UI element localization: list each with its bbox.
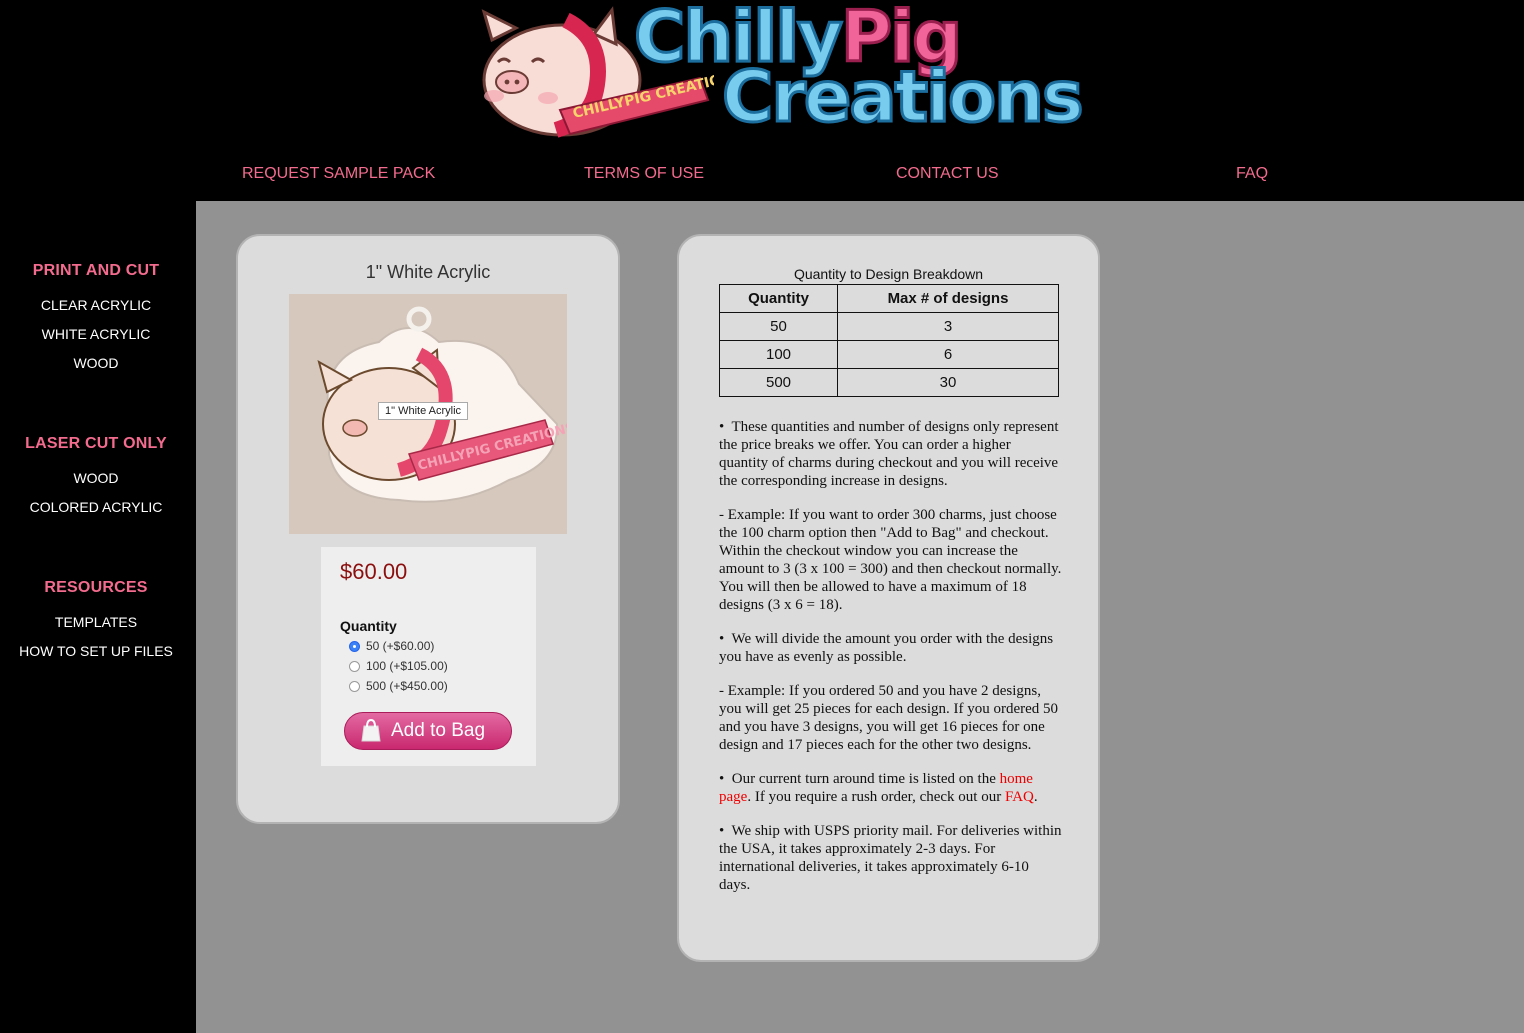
table-cell: 100 (719, 340, 838, 369)
table-cell: 6 (837, 340, 1059, 369)
sidebar-item-wood-print[interactable]: WOOD (0, 355, 192, 371)
product-price: $60.00 (340, 559, 408, 584)
table-header-quantity: Quantity (719, 284, 838, 313)
radio-button-selected[interactable] (349, 640, 360, 652)
sidebar-item-colored-acrylic[interactable]: COLORED ACRYLIC (0, 499, 192, 515)
shopping-bag-icon (361, 718, 381, 742)
radio-button[interactable] (349, 660, 360, 672)
sidebar-item-clear-acrylic[interactable]: CLEAR ACRYLIC (0, 297, 192, 313)
product-image[interactable]: CHILLYPIG CREATIONS 1" White Acrylic (289, 294, 567, 534)
note-paragraph: • We will divide the amount you order wi… (719, 631, 1054, 665)
product-title: 1" White Acrylic (365, 262, 491, 282)
sidebar-item-wood-laser[interactable]: WOOD (0, 470, 192, 486)
nav-contact-us[interactable]: CONTACT US (896, 165, 999, 183)
sidebar-item-how-to-set-up-files[interactable]: HOW TO SET UP FILES (0, 643, 192, 659)
note-paragraph: - Example: If you want to order 300 char… (719, 507, 1062, 613)
sidebar-item-white-acrylic[interactable]: WHITE ACRYLIC (0, 326, 192, 342)
quantity-option-label: 100 (+$105.00) (366, 659, 448, 673)
add-to-bag-label: Add to Bag (391, 720, 486, 741)
buy-box: $60.00 Quantity 50 (+$60.00) 100 (+$105.… (321, 547, 536, 766)
quantity-option-500[interactable]: 500 (+$450.00) (349, 679, 448, 693)
logo-title-bottom: Creations (721, 55, 1086, 140)
note-paragraph: • These quantities and number of designs… (719, 419, 1059, 489)
quantity-label: Quantity (340, 618, 397, 634)
quantity-option-100[interactable]: 100 (+$105.00) (349, 659, 448, 673)
quantity-breakdown-table: Quantity Max # of designs 50 3 100 6 500… (719, 284, 1059, 397)
radio-button[interactable] (349, 680, 360, 692)
table-cell: 500 (719, 368, 838, 397)
product-panel: 1" White Acrylic CHILLYPIG CREATIONS 1" … (236, 234, 620, 824)
sidebar-item-templates[interactable]: TEMPLATES (0, 614, 192, 630)
top-navigation: REQUEST SAMPLE PACK TERMS OF USE CONTACT… (0, 160, 1524, 190)
sidebar-heading-laser-cut-only: LASER CUT ONLY (25, 435, 167, 452)
site-header: CHILLYPIG CREATIONS ChillyPig Creations … (0, 0, 1524, 201)
info-notes: • These quantities and number of designs… (719, 418, 1063, 910)
main-content: 1" White Acrylic CHILLYPIG CREATIONS 1" … (196, 201, 1524, 1033)
add-to-bag-button[interactable]: Add to Bag (344, 712, 512, 750)
nav-terms-of-use[interactable]: TERMS OF USE (584, 165, 704, 183)
quantity-option-label: 50 (+$60.00) (366, 639, 435, 653)
sidebar-heading-print-and-cut: PRINT AND CUT (32, 262, 160, 279)
table-cell: 30 (837, 368, 1059, 397)
quantity-option-50[interactable]: 50 (+$60.00) (349, 639, 434, 653)
table-row: 50 3 (719, 312, 1059, 341)
site-logo[interactable]: CHILLYPIG CREATIONS ChillyPig Creations (474, 0, 1119, 140)
note-paragraph: - Example: If you ordered 50 and you hav… (719, 683, 1059, 753)
table-row: 500 30 (719, 368, 1059, 397)
nav-faq[interactable]: FAQ (1236, 165, 1268, 183)
nav-request-sample-pack[interactable]: REQUEST SAMPLE PACK (242, 165, 435, 183)
image-tooltip: 1" White Acrylic (378, 402, 469, 420)
note-paragraph: • Our current turn around time is listed… (719, 771, 1038, 805)
table-header-row: Quantity Max # of designs (719, 284, 1059, 313)
table-header-max-designs: Max # of designs (837, 284, 1059, 313)
table-caption: Quantity to Design Breakdown (793, 266, 984, 282)
faq-link[interactable]: FAQ (1005, 789, 1034, 805)
table-cell: 3 (837, 312, 1059, 341)
table-cell: 50 (719, 312, 838, 341)
info-panel: Quantity to Design Breakdown Quantity Ma… (677, 234, 1100, 962)
table-row: 100 6 (719, 340, 1059, 369)
quantity-option-label: 500 (+$450.00) (366, 679, 448, 693)
sidebar: PRINT AND CUT CLEAR ACRYLIC WHITE ACRYLI… (0, 201, 196, 1033)
sidebar-heading-resources: RESOURCES (44, 579, 148, 596)
note-paragraph: • We ship with USPS priority mail. For d… (719, 823, 1062, 893)
